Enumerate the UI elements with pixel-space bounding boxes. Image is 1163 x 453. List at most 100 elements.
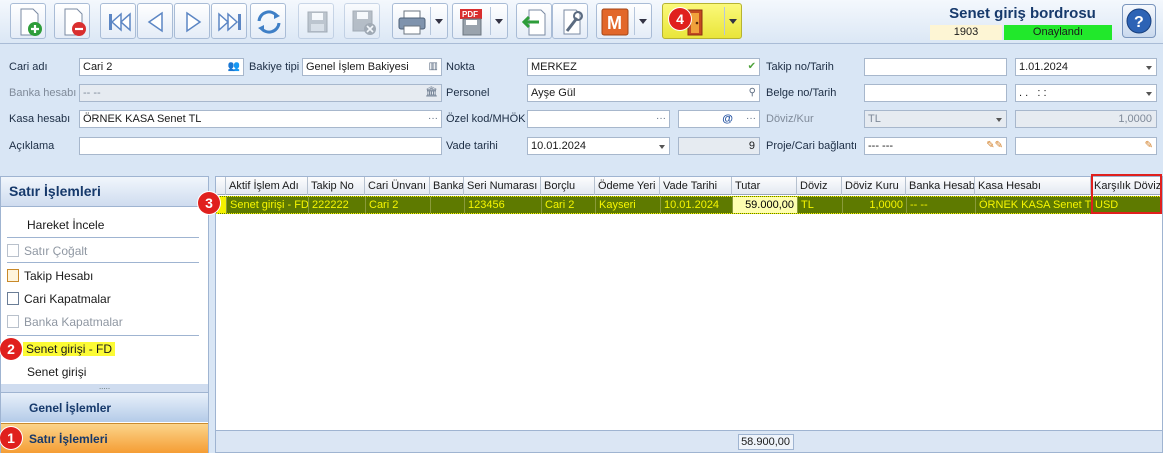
- column-header[interactable]: Vade Tarihi: [660, 177, 732, 195]
- cari-baglanti-field[interactable]: ✎: [1015, 137, 1157, 155]
- first-record-button[interactable]: [100, 3, 136, 39]
- doviz-kur-label: Döviz/Kur: [766, 113, 814, 125]
- group-genel-islemler[interactable]: Genel İşlemler: [1, 392, 208, 422]
- delete-document-button[interactable]: [54, 3, 90, 39]
- total-amount: 58.900,00: [738, 434, 794, 450]
- menu-item-senet-girisi-fd[interactable]: Senet girişi - FD: [23, 339, 116, 359]
- table-cell[interactable]: 222222: [309, 197, 366, 213]
- table-cell[interactable]: Cari 2: [366, 197, 431, 213]
- mhok-field[interactable]: @ ···: [678, 110, 760, 128]
- bakiye-tipi-field[interactable]: Genel İşlem Bakiyesi ▥: [302, 58, 442, 76]
- column-header[interactable]: Döviz Kuru: [842, 177, 906, 195]
- table-cell[interactable]: TL: [798, 197, 843, 213]
- table-cell[interactable]: [431, 197, 465, 213]
- previous-record-button[interactable]: [137, 3, 173, 39]
- ozel-kod-label: Özel kod/MHÖK: [446, 113, 526, 125]
- last-icon: [218, 12, 241, 32]
- copy-icon: [7, 244, 19, 257]
- cancel-save-button[interactable]: [344, 3, 380, 39]
- table-cell[interactable]: Cari 2: [542, 197, 596, 213]
- column-header[interactable]: Banka: [430, 177, 464, 195]
- table-cell[interactable]: Senet girişi - FD: [227, 197, 309, 213]
- column-header[interactable]: Aktif İşlem Adı: [226, 177, 308, 195]
- ozel-kod-field[interactable]: ···: [527, 110, 670, 128]
- save-button[interactable]: [298, 3, 334, 39]
- document-icon: [7, 315, 19, 328]
- belge-date-field[interactable]: . . : :: [1015, 84, 1157, 102]
- left-panel-title: Satır İşlemleri: [1, 177, 208, 207]
- kur-field[interactable]: 1,0000: [1015, 110, 1157, 128]
- chevron-down-icon: [996, 118, 1002, 122]
- at-icon: @: [722, 113, 733, 125]
- last-record-button[interactable]: [211, 3, 247, 39]
- takip-no-field[interactable]: [864, 58, 1007, 76]
- save-cancel-icon: [352, 10, 376, 35]
- personel-field[interactable]: Ayşe Gül ⚲: [527, 84, 760, 102]
- aciklama-field[interactable]: [79, 137, 442, 155]
- users-icon: 👥: [227, 61, 240, 72]
- amount-cell[interactable]: 59.000,00: [733, 197, 798, 213]
- menu-divider: [7, 335, 199, 336]
- proje-field[interactable]: --- --- ✎✎: [864, 137, 1007, 155]
- group-satir-islemleri[interactable]: Satır İşlemleri: [1, 423, 208, 453]
- table-cell[interactable]: Kayseri: [596, 197, 661, 213]
- nokta-field[interactable]: MERKEZ ✔: [527, 58, 760, 76]
- next-record-button[interactable]: [174, 3, 210, 39]
- chevron-down-icon: [1146, 92, 1152, 96]
- export-pdf-button[interactable]: PDF: [452, 3, 508, 39]
- wrench-icon: [563, 9, 583, 35]
- menu-item-senet-girisi[interactable]: Senet girişi: [7, 362, 86, 382]
- table-cell[interactable]: -- --: [907, 197, 976, 213]
- column-header[interactable]: Seri Numarası: [464, 177, 541, 195]
- import-button[interactable]: [516, 3, 552, 39]
- personel-label: Personel: [446, 87, 490, 99]
- tools-button[interactable]: [552, 3, 588, 39]
- doviz-field[interactable]: TL: [864, 110, 1007, 128]
- splitter-handle[interactable]: .....: [1, 383, 208, 392]
- help-button[interactable]: ?: [1122, 4, 1156, 38]
- column-header[interactable]: Tutar: [732, 177, 797, 195]
- chevron-down-icon: [659, 145, 665, 149]
- belge-no-label: Belge no/Tarih: [766, 87, 837, 99]
- column-header[interactable]: Banka Hesabı: [906, 177, 975, 195]
- belge-no-field[interactable]: [864, 84, 1007, 102]
- nokta-label: Nokta: [446, 61, 475, 73]
- column-header[interactable]: Cari Ünvanı: [365, 177, 430, 195]
- menu-item-hareket-incele[interactable]: Hareket İncele: [7, 215, 104, 235]
- cari-adi-field[interactable]: Cari 2 👥: [79, 58, 244, 76]
- highlight-frame: [1091, 174, 1162, 214]
- banka-hesabi-label: Banka hesabı: [9, 87, 77, 99]
- print-button[interactable]: [392, 3, 448, 39]
- m-module-button[interactable]: M: [596, 3, 652, 39]
- printer-icon: [398, 10, 426, 35]
- column-header[interactable]: Döviz: [797, 177, 842, 195]
- column-header[interactable]: Kasa Hesabı: [975, 177, 1091, 195]
- table-cell[interactable]: ÖRNEK KASA Senet TL: [976, 197, 1092, 213]
- chevron-down-icon: [1146, 66, 1152, 70]
- first-icon: [109, 12, 131, 32]
- column-header[interactable]: Borçlu: [541, 177, 595, 195]
- table-cell[interactable]: 1,0000: [843, 197, 907, 213]
- kasa-hesabi-field[interactable]: ÖRNEK KASA Senet TL ···: [79, 110, 442, 128]
- menu-item-cari-kapatmalar[interactable]: Cari Kapatmalar: [7, 289, 111, 309]
- kasa-hesabi-label: Kasa hesabı: [9, 113, 71, 125]
- takip-date-field[interactable]: 1.01.2024: [1015, 58, 1157, 76]
- grid-header: Aktif İşlem Adı Takip No Cari Ünvanı Ban…: [216, 177, 1162, 195]
- header-form: Cari adı Cari 2 👥 Bakiye tipi Genel İşle…: [2, 46, 1161, 168]
- new-document-button[interactable]: [10, 3, 46, 39]
- banka-hesabi-field[interactable]: -- -- 🏛: [79, 84, 442, 102]
- menu-item-takip-hesabi[interactable]: Takip Hesabı: [7, 266, 93, 286]
- ellipsis-icon: ···: [746, 113, 756, 124]
- pdf-icon: PDF: [460, 9, 482, 36]
- chevron-down-icon: [639, 19, 647, 24]
- menu-item-banka-kapatmalar[interactable]: Banka Kapatmalar: [7, 312, 123, 332]
- table-cell[interactable]: 123456: [465, 197, 542, 213]
- vade-tarihi-field[interactable]: 10.01.2024: [527, 137, 670, 155]
- bakiye-tipi-label: Bakiye tipi: [249, 61, 300, 73]
- menu-item-satir-cogalt[interactable]: Satır Çoğalt: [7, 241, 87, 261]
- table-cell[interactable]: 10.01.2024: [661, 197, 733, 213]
- column-header[interactable]: Ödeme Yeri: [595, 177, 660, 195]
- column-header[interactable]: Takip No: [308, 177, 365, 195]
- refresh-button[interactable]: [250, 3, 286, 39]
- table-row[interactable]: Senet girişi - FD 222222 Cari 2 123456 C…: [216, 196, 1162, 214]
